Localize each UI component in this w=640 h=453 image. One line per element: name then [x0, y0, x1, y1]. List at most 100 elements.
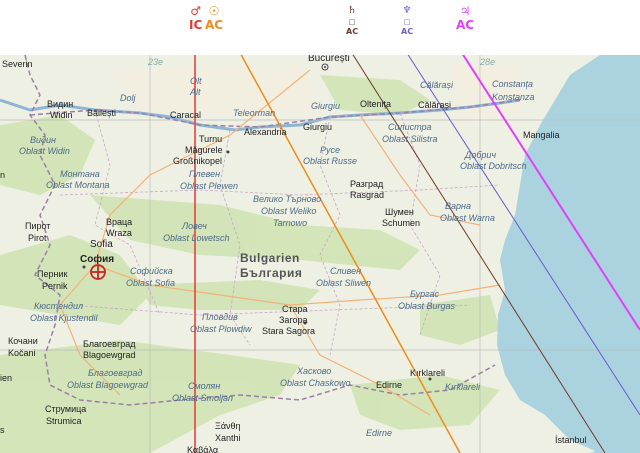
label-lovech-bg: Ловеч [182, 221, 207, 231]
label-vt-bg: Велико Търново [253, 194, 322, 204]
label-caracal: Caracal [170, 110, 202, 120]
label-lon-23: 23e [148, 57, 164, 67]
label-n: n [0, 170, 6, 180]
label-strumica-bg: Струмица [45, 404, 87, 414]
saturn-angle-label: AC [346, 27, 359, 36]
label-ruse: Oblast Russe [303, 156, 358, 166]
label-balgaria: България [240, 266, 303, 280]
label-vidin-bg: Видин [47, 99, 74, 109]
label-oblast-sofia: Oblast Sofia [126, 278, 176, 288]
label-dobrich-bg: Добрич [465, 150, 497, 160]
label-pirot-sr: Пирот [25, 221, 51, 231]
label-burgas-bg: Бургас [410, 289, 440, 299]
label-sofia: Sofia [90, 239, 113, 250]
saturn-icon: ♄ [347, 5, 357, 16]
label-burgas: Oblast Burgas [398, 301, 456, 311]
label-shumen-bg: Шумен [385, 207, 414, 217]
label-kocani: Kočani [8, 348, 36, 358]
label-razgrad-bg: Разград [350, 179, 384, 189]
map-view[interactable]: Severin 23e 28e București Видин Widin Bă… [0, 55, 640, 453]
label-pleven: Oblast Plewen [180, 181, 239, 191]
saturn-aspect-icon: □ [348, 18, 356, 26]
label-montana: Oblast Montana [46, 180, 110, 190]
label-dobrich: Oblast Dobritsch [460, 161, 527, 171]
label-lon-28: 28e [480, 57, 496, 67]
label-sliven: Oblast Sliwen [316, 278, 372, 288]
label-oblast-vidin: Oblast Widin [19, 146, 70, 156]
label-kirklareli-region: Kırklareli [445, 382, 481, 392]
label-zagora-bg: Загора [279, 315, 308, 325]
jupiter-ac-marker[interactable]: ♃ AC [456, 4, 474, 32]
neptune-angle-label: AC [401, 27, 414, 36]
label-vidin: Widin [50, 110, 73, 120]
label-alt: Alt [190, 87, 201, 97]
label-haskovo-bg: Хасково [297, 366, 332, 376]
label-oblast-vidin-bg: Видин [30, 135, 56, 145]
label-edirne2: Edirne [366, 428, 393, 438]
jupiter-angle-label: AC [456, 18, 475, 32]
label-s: s [0, 425, 5, 435]
label-magurele: Măgurele [185, 145, 223, 155]
label-kyustendil-bg: Кюстендил [34, 301, 84, 311]
neptune-icon: ♆ [402, 5, 412, 16]
label-bailesti: Băilești [87, 108, 117, 118]
label-pernik: Pernik [42, 281, 68, 291]
label-turnu: Turnu [199, 134, 223, 144]
label-strumica: Strumica [46, 416, 82, 426]
label-sofia-bg: София [80, 254, 115, 265]
mars-angle-label: IC [189, 18, 203, 32]
label-oltenita: Oltenița [360, 99, 392, 109]
label-pernik-bg: Перник [37, 269, 68, 279]
label-teleorman: Teleorman [233, 108, 276, 118]
label-ruse-bg: Русе [320, 145, 341, 155]
label-sofiyska-bg: Софийска [130, 266, 173, 276]
saturn-ac-marker[interactable]: ♄ □ AC [346, 4, 358, 38]
planet-header: ♂ IC ☉ AC ♄ □ AC ♆ □ AC ♃ AC [0, 0, 640, 55]
label-stara-zagora: Stara Sagora [262, 326, 316, 336]
label-xanthi-gr: Ξάνθη [215, 421, 241, 431]
label-kavala: Καβάλα [187, 445, 219, 453]
label-silistra-bg: Силистра [388, 122, 432, 132]
label-blagoevgrad: Blagoewgrad [83, 350, 136, 360]
label-kirklareli: Kırklareli [410, 368, 446, 378]
label-smolyan: Oblast Smoljan [172, 393, 234, 403]
label-pirot: Pirot [28, 233, 47, 243]
label-blagoevgrad-bg: Благоевград [83, 339, 136, 349]
sun-ac-marker[interactable]: ☉ AC [205, 4, 223, 32]
label-constanta: Constanța [492, 79, 534, 89]
label-shumen: Schumen [382, 218, 421, 228]
label-stara-bg: Стара [282, 304, 308, 314]
label-razgrad: Rasgrad [350, 190, 385, 200]
label-pleven-bg: Плевен [189, 169, 221, 179]
label-giurgiu-region: Giurgiu [311, 101, 341, 111]
label-blag-region-bg: Благоевград [88, 368, 143, 378]
label-kyustendil: Oblast Kjustendil [30, 313, 98, 323]
label-olt: Olt [190, 76, 202, 86]
label-bucuresti: București [308, 55, 350, 64]
label-alexandria: Alexandria [244, 127, 287, 137]
sun-angle-label: AC [205, 18, 224, 32]
label-severin: Severin [2, 59, 33, 69]
mars-icon: ♂ [190, 4, 202, 18]
jupiter-icon: ♃ [459, 4, 471, 18]
label-plovdiv: Oblast Plowdiw [190, 324, 252, 334]
label-giurgiu: Giurgiu [303, 122, 333, 132]
sun-icon: ☉ [208, 4, 220, 18]
label-smolyan-bg: Смолян [188, 381, 221, 391]
label-mangalia: Mangalia [523, 130, 560, 140]
label-istanbul: İstanbul [555, 435, 587, 445]
label-kochani: Кочани [8, 336, 38, 346]
label-bulgarien: Bulgarien [240, 251, 300, 265]
label-blag-region: Oblast Blagoewgrad [67, 380, 149, 390]
birthplace-marker [90, 264, 106, 280]
label-calarasi-town: Călărași [418, 100, 452, 110]
label-lovech: Oblast Lowetsch [163, 233, 230, 243]
label-silistra: Oblast Silistra [382, 134, 438, 144]
label-varna: Oblast Warna [440, 213, 495, 223]
mars-ic-marker[interactable]: ♂ IC [189, 4, 202, 32]
label-ien: ien [0, 373, 13, 383]
label-vratsa: Wraza [106, 228, 132, 238]
neptune-ac-marker[interactable]: ♆ □ AC [401, 4, 413, 38]
label-edirne: Edirne [376, 380, 403, 390]
label-haskovo: Oblast Chaskowo [280, 378, 351, 388]
